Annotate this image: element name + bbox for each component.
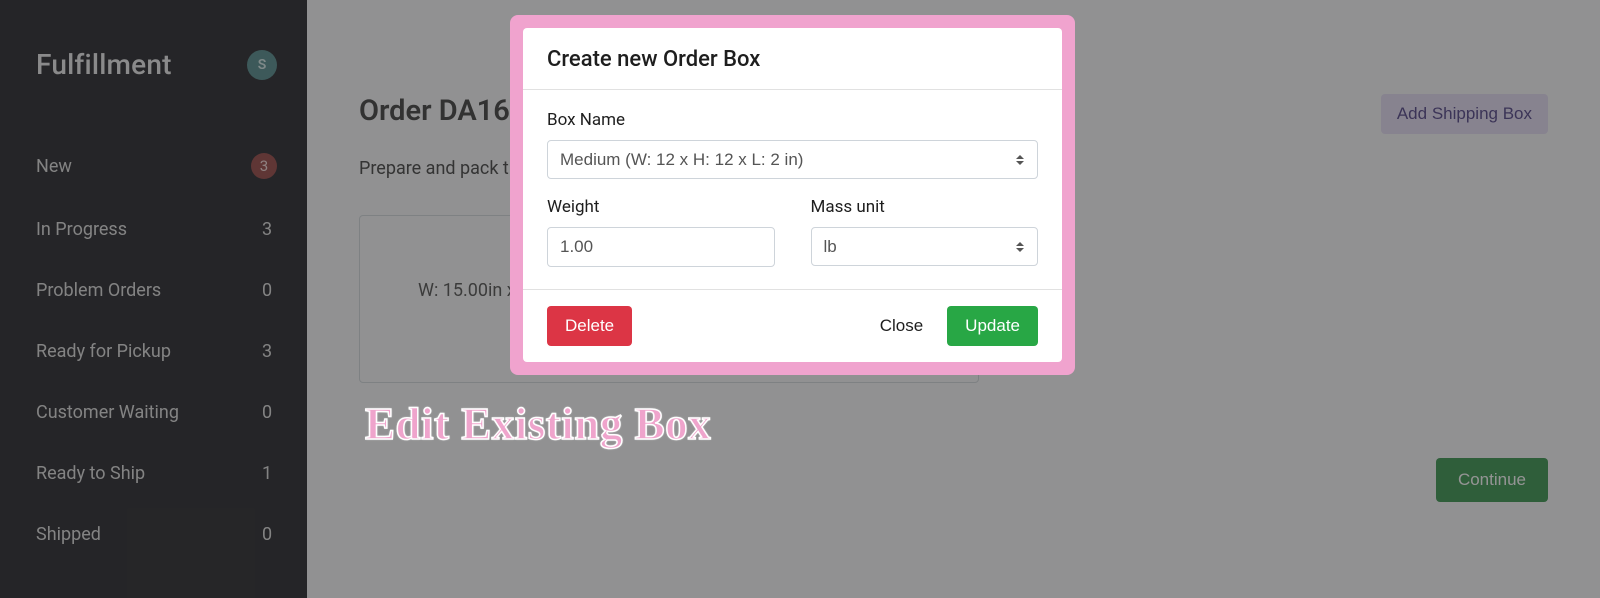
update-button[interactable]: Update [947,306,1038,346]
modal-title: Create new Order Box [547,47,1038,72]
box-name-label: Box Name [547,110,1038,130]
mass-unit-select-wrap: lb [811,227,1039,266]
modal-header: Create new Order Box [523,28,1062,90]
modal-footer: Delete Close Update [523,289,1062,362]
modal-body: Box Name Medium (W: 12 x H: 12 x L: 2 in… [523,90,1062,289]
weight-row: Weight Mass unit lb [547,197,1038,267]
delete-button[interactable]: Delete [547,306,632,346]
weight-label: Weight [547,197,775,217]
box-name-select[interactable]: Medium (W: 12 x H: 12 x L: 2 in) [547,140,1038,179]
box-name-select-wrap: Medium (W: 12 x H: 12 x L: 2 in) [547,140,1038,179]
mass-unit-label: Mass unit [811,197,1039,217]
edit-order-box-modal: Create new Order Box Box Name Medium (W:… [510,15,1075,375]
modal-footer-right: Close Update [866,306,1038,346]
close-button[interactable]: Close [866,306,937,346]
modal-content: Create new Order Box Box Name Medium (W:… [523,28,1062,362]
mass-unit-group: Mass unit lb [811,197,1039,267]
annotation-label: Edit Existing Box [365,398,711,450]
mass-unit-select[interactable]: lb [811,227,1039,266]
box-name-group: Box Name Medium (W: 12 x H: 12 x L: 2 in… [547,110,1038,179]
weight-group: Weight [547,197,775,267]
weight-input[interactable] [547,227,775,267]
